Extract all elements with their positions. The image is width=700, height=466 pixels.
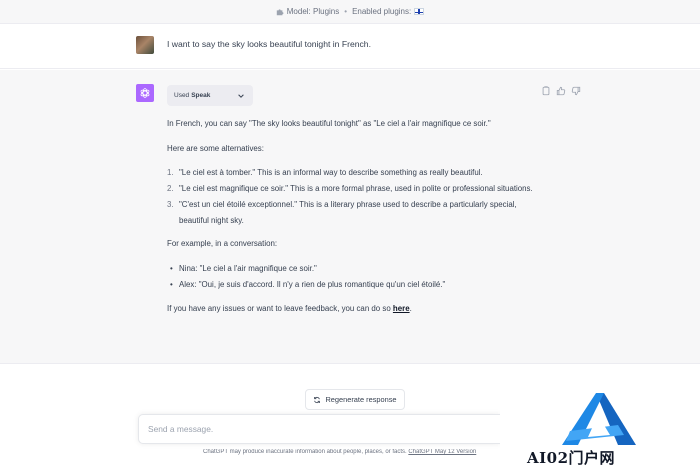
finland-flag-icon[interactable] — [414, 8, 425, 15]
message-actions — [541, 86, 581, 96]
watermark-logo — [562, 393, 636, 445]
version-link[interactable]: ChatGPT May 12 Version — [408, 449, 476, 455]
thumbs-down-icon[interactable] — [571, 86, 581, 96]
separator: • — [344, 7, 348, 16]
list-item-text: Alex: "Oui, je suis d'accord. Il n'y a r… — [179, 279, 446, 289]
dialogue-list: • Nina: "Le ciel a l'air magnifique ce so… — [167, 261, 547, 292]
alternatives-list: 1. "Le ciel est à tomber." This is an inf… — [167, 165, 547, 228]
user-message-row: I want to say the sky looks beautiful to… — [0, 24, 700, 69]
model-info-bar: Model: Plugins • Enabled plugins: — [0, 0, 700, 24]
feedback-paragraph: If you have any issues or want to leave … — [167, 301, 547, 317]
list-item: • Alex: "Oui, je suis d'accord. Il n'y a … — [167, 277, 547, 293]
list-item-text: "Le ciel est à tomber." This is an infor… — [179, 168, 483, 178]
plugin-used-prefix: Used — [174, 92, 190, 99]
copy-icon[interactable] — [541, 86, 551, 96]
feedback-end: . — [409, 304, 412, 314]
watermark: AI02门户网 — [500, 389, 700, 466]
message-composer — [138, 414, 500, 444]
list-number: 3. — [167, 199, 174, 209]
chevron-down-icon — [238, 94, 244, 98]
list-item: 2. "Le ciel est magnifique ce soir." This… — [167, 181, 547, 197]
refresh-icon — [314, 396, 321, 403]
list-item-text: "Le ciel est magnifique ce soir." This i… — [179, 184, 533, 194]
list-number: 1. — [167, 168, 174, 178]
feedback-link[interactable]: here — [393, 304, 410, 313]
example-heading: For example, in a conversation: — [167, 239, 278, 249]
assistant-answer: In French, you can say "The sky looks be… — [167, 116, 547, 326]
list-item: • Nina: "Le ciel a l'air magnifique ce so… — [167, 261, 547, 277]
alternatives-heading: Here are some alternatives: — [167, 143, 264, 153]
model-label: Model: Plugins — [286, 7, 340, 16]
user-avatar — [136, 36, 154, 54]
watermark-text: AI02门户网 — [527, 449, 616, 466]
list-item-text: "C'est un ciel étoilé exceptionnel." Thi… — [179, 199, 517, 225]
bullet: • — [170, 279, 173, 289]
disclaimer-text: ChatGPT may produce inaccurate informati… — [203, 449, 407, 455]
feedback-text: If you have any issues or want to leave … — [167, 304, 391, 314]
openai-logo-icon — [136, 84, 154, 102]
thumbs-up-icon[interactable] — [556, 86, 566, 96]
plugin-used-toggle[interactable]: Used Speak — [167, 85, 253, 106]
list-item: 1. "Le ciel est à tomber." This is an inf… — [167, 165, 547, 181]
assistant-message-row: Used Speak In French, you can say "The s… — [0, 70, 700, 364]
enabled-plugins-label: Enabled plugins: — [352, 7, 412, 16]
list-number: 2. — [167, 184, 174, 194]
list-item-text: Nina: "Le ciel a l'air magnifique ce soi… — [179, 263, 317, 273]
list-item: 3. "C'est un ciel étoilé exceptionnel." T… — [167, 197, 547, 228]
message-input[interactable] — [148, 424, 500, 434]
answer-intro: In French, you can say "The sky looks be… — [167, 119, 491, 128]
regenerate-label: Regenerate response — [325, 395, 397, 404]
disclaimer: ChatGPT may produce inaccurate informati… — [203, 449, 500, 461]
plugin-name: Speak — [191, 92, 211, 99]
puzzle-icon — [276, 8, 284, 15]
bullet: • — [170, 263, 173, 273]
user-message-text: I want to say the sky looks beautiful to… — [167, 39, 371, 49]
regenerate-button[interactable]: Regenerate response — [305, 389, 405, 410]
